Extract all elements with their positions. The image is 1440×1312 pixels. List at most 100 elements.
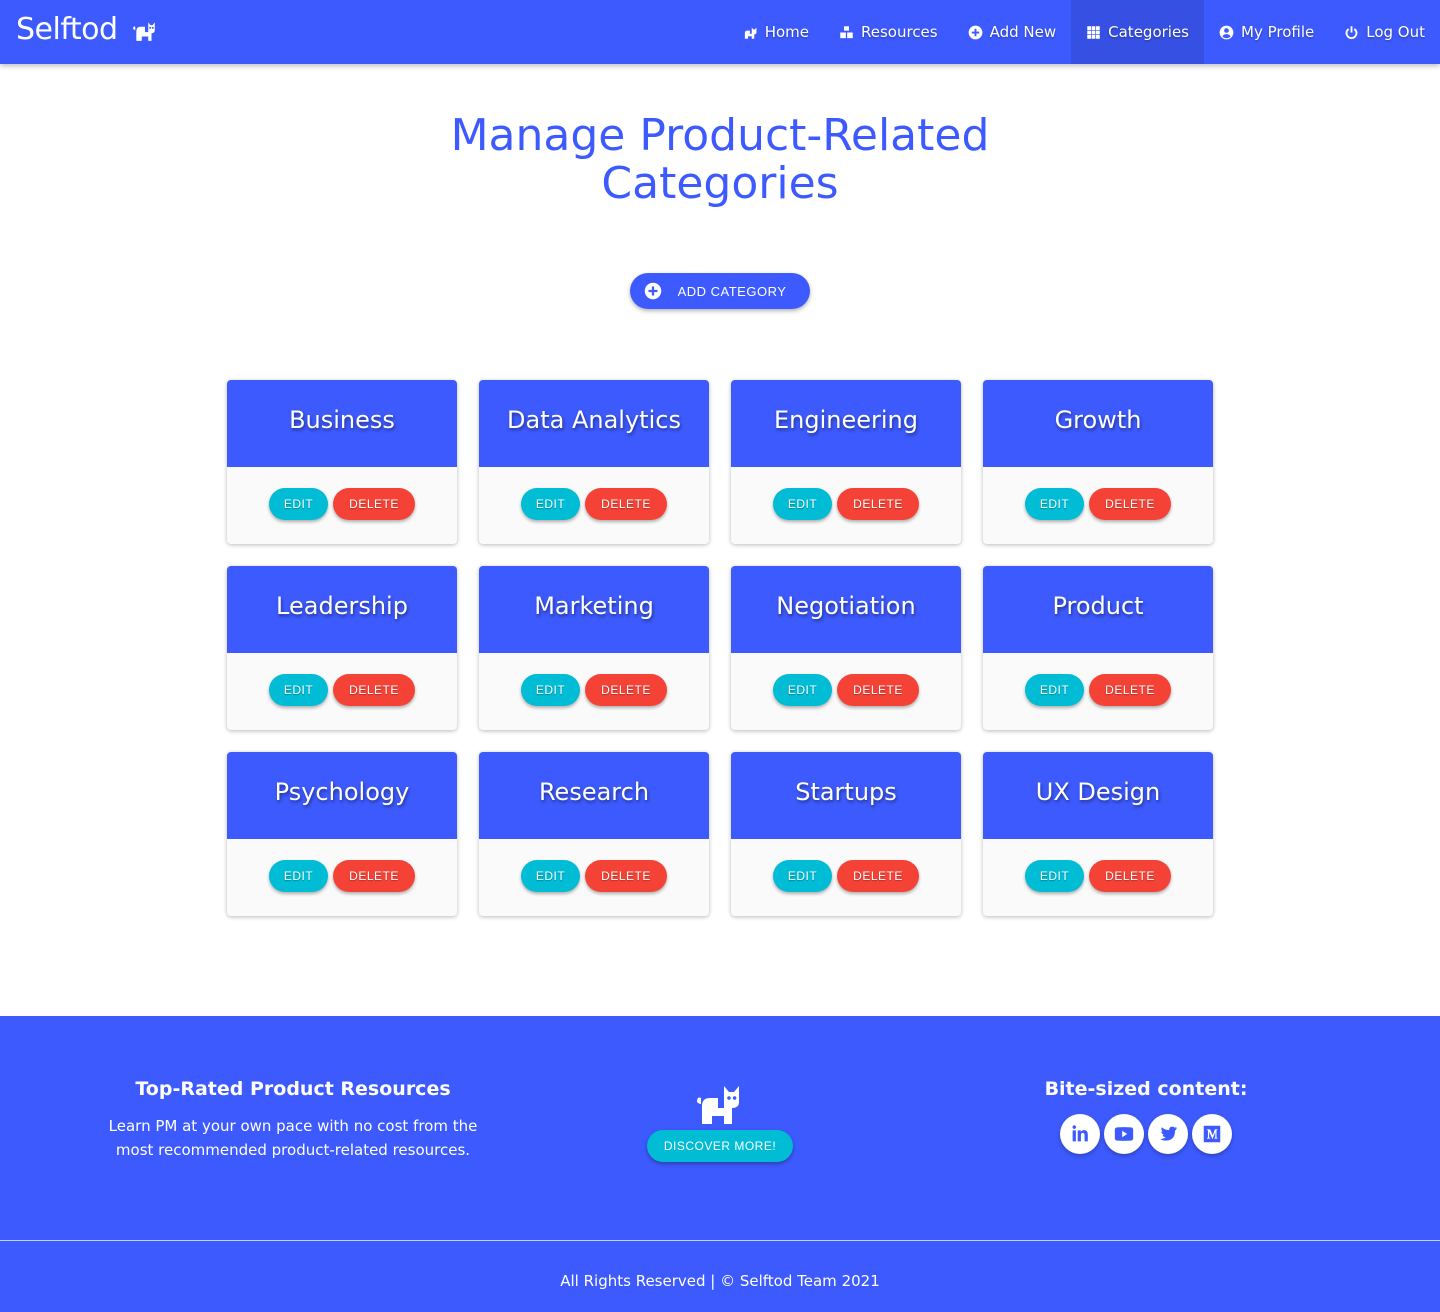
delete-button[interactable]: DELETE xyxy=(585,487,667,520)
category-card: Growth EDIT DELETE xyxy=(983,380,1213,544)
category-card: Research EDIT DELETE xyxy=(479,752,709,916)
edit-button[interactable]: EDIT xyxy=(521,673,580,706)
footer-social: Bite-sized content: xyxy=(1020,1078,1272,1154)
category-title: UX Design xyxy=(983,752,1213,839)
edit-button[interactable]: EDIT xyxy=(1025,673,1084,706)
category-title: Engineering xyxy=(731,380,961,467)
category-title: Growth xyxy=(983,380,1213,467)
category-actions: EDIT DELETE xyxy=(479,839,709,916)
category-actions: EDIT DELETE xyxy=(983,467,1213,544)
main-nav: Home Resources Add New Categories My Pro… xyxy=(728,0,1440,64)
category-card: Negotiation EDIT DELETE xyxy=(731,566,961,730)
delete-button[interactable]: DELETE xyxy=(585,673,667,706)
add-category-button[interactable]: ADD CATEGORY xyxy=(630,273,810,309)
delete-button[interactable]: DELETE xyxy=(333,487,415,520)
category-actions: EDIT DELETE xyxy=(731,839,961,916)
delete-button[interactable]: DELETE xyxy=(333,859,415,892)
page-title-line2: Categories xyxy=(601,158,839,209)
edit-button[interactable]: EDIT xyxy=(521,859,580,892)
edit-button[interactable]: EDIT xyxy=(1025,487,1084,520)
category-title: Research xyxy=(479,752,709,839)
nav-categories-label: Categories xyxy=(1108,23,1189,41)
edit-button[interactable]: EDIT xyxy=(1025,859,1084,892)
edit-button[interactable]: EDIT xyxy=(269,859,328,892)
brand-name: Selftod xyxy=(16,12,118,47)
category-card: Engineering EDIT DELETE xyxy=(731,380,961,544)
edit-button[interactable]: EDIT xyxy=(521,487,580,520)
delete-button[interactable]: DELETE xyxy=(837,673,919,706)
footer-discover: DISCOVER MORE! xyxy=(647,1080,793,1162)
edit-button[interactable]: EDIT xyxy=(773,487,832,520)
footer: Top-Rated Product Resources Learn PM at … xyxy=(0,1016,1440,1312)
footer-description: Learn PM at your own pace with no cost f… xyxy=(108,1117,478,1159)
twitter-link[interactable] xyxy=(1148,1114,1188,1154)
category-card: Marketing EDIT DELETE xyxy=(479,566,709,730)
user-circle-icon xyxy=(1219,25,1234,39)
brand-logo[interactable]: Selftod xyxy=(16,12,158,47)
delete-button[interactable]: DELETE xyxy=(333,673,415,706)
category-actions: EDIT DELETE xyxy=(227,839,457,916)
nav-my-profile[interactable]: My Profile xyxy=(1204,0,1329,64)
category-card: Leadership EDIT DELETE xyxy=(227,566,457,730)
cat-icon xyxy=(744,27,757,39)
delete-button[interactable]: DELETE xyxy=(1089,859,1171,892)
page-title: Manage Product-Related Categories xyxy=(0,112,1440,208)
plus-circle-icon xyxy=(968,25,982,39)
edit-button[interactable]: EDIT xyxy=(269,487,328,520)
category-title: Psychology xyxy=(227,752,457,839)
youtube-link[interactable] xyxy=(1104,1114,1144,1154)
power-icon xyxy=(1345,25,1358,39)
category-card: Startups EDIT DELETE xyxy=(731,752,961,916)
category-title: Product xyxy=(983,566,1213,653)
nav-log-out[interactable]: Log Out xyxy=(1329,0,1440,64)
discover-more-button[interactable]: DISCOVER MORE! xyxy=(647,1130,793,1162)
cat-icon xyxy=(132,21,155,41)
category-card: Business EDIT DELETE xyxy=(227,380,457,544)
nav-home[interactable]: Home xyxy=(728,0,824,64)
youtube-icon xyxy=(1114,1127,1134,1141)
nav-my-profile-label: My Profile xyxy=(1241,23,1315,41)
grid-icon xyxy=(1087,25,1100,39)
copyright-text: All Rights Reserved | © Selftod Team 202… xyxy=(560,1272,880,1290)
cubes-icon xyxy=(840,25,853,38)
footer-divider xyxy=(0,1240,1440,1241)
footer-social-heading: Bite-sized content: xyxy=(1044,1078,1248,1100)
category-actions: EDIT DELETE xyxy=(479,467,709,544)
category-actions: EDIT DELETE xyxy=(983,653,1213,730)
category-actions: EDIT DELETE xyxy=(731,653,961,730)
delete-button[interactable]: DELETE xyxy=(1089,673,1171,706)
delete-button[interactable]: DELETE xyxy=(1089,487,1171,520)
linkedin-icon xyxy=(1072,1125,1088,1142)
category-card: Data Analytics EDIT DELETE xyxy=(479,380,709,544)
delete-button[interactable]: DELETE xyxy=(837,487,919,520)
nav-resources[interactable]: Resources xyxy=(824,0,953,64)
nav-add-new[interactable]: Add New xyxy=(953,0,1072,64)
category-card: Product EDIT DELETE xyxy=(983,566,1213,730)
add-category-label: ADD CATEGORY xyxy=(677,283,787,299)
category-actions: EDIT DELETE xyxy=(227,653,457,730)
category-title: Data Analytics xyxy=(479,380,709,467)
category-card: UX Design EDIT DELETE xyxy=(983,752,1213,916)
navbar: Selftod Home Resources Add New Categorie… xyxy=(0,0,1440,64)
social-links xyxy=(1020,1114,1272,1154)
category-card: Psychology EDIT DELETE xyxy=(227,752,457,916)
footer-heading: Top-Rated Product Resources xyxy=(135,1078,451,1100)
delete-button[interactable]: DELETE xyxy=(837,859,919,892)
category-actions: EDIT DELETE xyxy=(227,467,457,544)
category-title: Business xyxy=(227,380,457,467)
category-actions: EDIT DELETE xyxy=(731,467,961,544)
cat-icon xyxy=(697,1086,739,1124)
linkedin-link[interactable] xyxy=(1060,1114,1100,1154)
edit-button[interactable]: EDIT xyxy=(773,859,832,892)
footer-about: Top-Rated Product Resources Learn PM at … xyxy=(93,1078,493,1162)
nav-add-new-label: Add New xyxy=(989,23,1057,41)
delete-button[interactable]: DELETE xyxy=(585,859,667,892)
medium-link[interactable] xyxy=(1192,1114,1232,1154)
medium-icon xyxy=(1203,1125,1221,1143)
edit-button[interactable]: EDIT xyxy=(269,673,328,706)
nav-log-out-label: Log Out xyxy=(1366,23,1425,41)
edit-button[interactable]: EDIT xyxy=(773,673,832,706)
nav-categories[interactable]: Categories xyxy=(1071,0,1204,64)
page-title-line1: Manage Product-Related xyxy=(450,110,990,161)
category-actions: EDIT DELETE xyxy=(479,653,709,730)
